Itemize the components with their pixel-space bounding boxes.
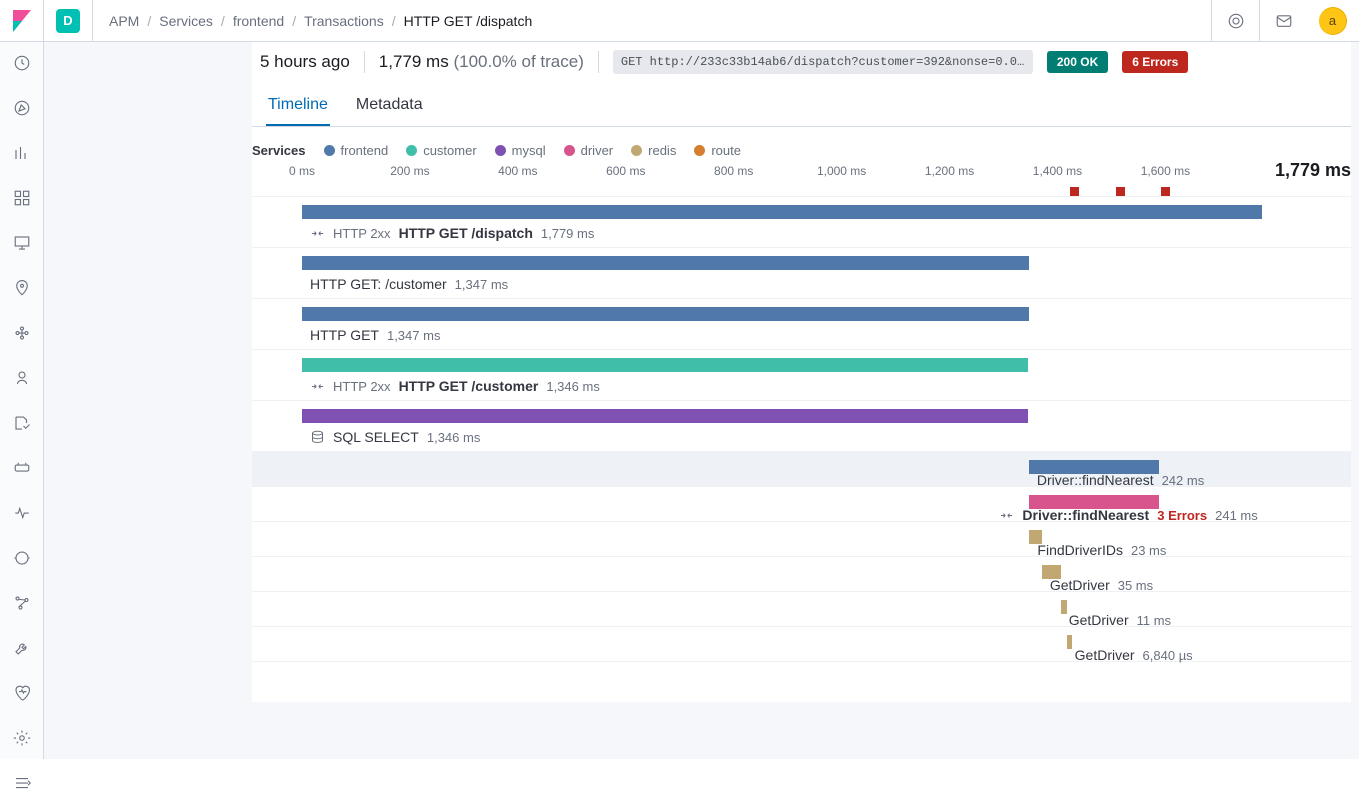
recent-icon[interactable] [13,54,31,75]
dashboard-icon[interactable] [13,189,31,210]
monitoring-icon[interactable] [13,684,31,705]
total-duration: 1,779 ms (100.0% of trace) [379,52,584,72]
apm-icon[interactable] [13,459,31,480]
span-row[interactable]: FindDriverIDs 23 ms [252,522,1351,557]
timeline-tick: 1,200 ms [925,164,974,178]
legend-item[interactable]: customer [406,143,476,158]
space-selector[interactable]: D [56,9,80,33]
breadcrumb-item[interactable]: Transactions [304,13,384,29]
metrics-icon[interactable] [13,369,31,390]
span-name: HTTP GET /customer [399,378,539,394]
span-bar[interactable] [302,358,1028,372]
span-bar[interactable] [302,409,1028,423]
timeline-tick: 400 ms [498,164,537,178]
timeline-tick: 600 ms [606,164,645,178]
span-duration: 35 ms [1118,578,1153,593]
timeline-tick: 800 ms [714,164,753,178]
span-name: HTTP GET [310,327,379,343]
span-row[interactable]: Driver::findNearest 3 Errors 241 ms [252,487,1351,522]
breadcrumb-item[interactable]: frontend [233,13,284,29]
timeline-tick: 200 ms [390,164,429,178]
uptime-icon[interactable] [13,504,31,525]
timeline-tick: 0 ms [289,164,315,178]
services-label: Services [252,143,306,158]
span-duration: 23 ms [1131,543,1166,558]
devtools-icon[interactable] [13,639,31,660]
span-duration: 242 ms [1162,473,1205,488]
span-name: Driver::findNearest [1037,472,1154,488]
help-icon[interactable] [1211,0,1259,42]
span-row[interactable]: GetDriver 6,840 µs [252,627,1351,662]
timestamp-label: 5 hours ago [260,52,350,72]
span-name: GetDriver [1050,577,1110,593]
span-row[interactable]: HTTP 2xx HTTP GET /dispatch 1,779 ms [252,197,1351,248]
discover-icon[interactable] [13,99,31,120]
error-marker[interactable] [1116,187,1125,196]
breadcrumb-item[interactable]: APM [109,13,139,29]
legend-item[interactable]: redis [631,143,676,158]
span-row[interactable]: HTTP GET 1,347 ms [252,299,1351,350]
span-bar[interactable] [1061,600,1067,614]
span-duration: 11 ms [1137,613,1171,628]
span-name: Driver::findNearest [1022,507,1149,523]
logs-icon[interactable] [13,414,31,435]
span-duration: 1,346 ms [546,379,599,394]
kibana-logo[interactable] [0,0,44,42]
span-row[interactable]: Driver::findNearest 242 ms [252,452,1351,487]
span-duration: 1,779 ms [541,226,594,241]
siem-icon[interactable] [13,549,31,570]
user-avatar[interactable]: a [1319,7,1347,35]
side-nav [0,42,44,759]
span-row[interactable]: SQL SELECT 1,346 ms [252,401,1351,452]
canvas-icon[interactable] [13,234,31,255]
timeline-total: 1,779 ms [1275,160,1351,181]
span-name: GetDriver [1075,647,1135,663]
span-name: FindDriverIDs [1037,542,1123,558]
span-bar[interactable] [302,256,1029,270]
span-name: HTTP GET /dispatch [399,225,533,241]
ml-icon[interactable] [13,324,31,345]
span-duration: 241 ms [1215,508,1258,523]
span-row[interactable]: GetDriver 11 ms [252,592,1351,627]
legend-item[interactable]: driver [564,143,614,158]
span-duration: 6,840 µs [1143,648,1193,663]
span-bar[interactable] [1067,635,1072,649]
tab-metadata[interactable]: Metadata [354,86,425,126]
breadcrumb: APM/Services/frontend/Transactions/HTTP … [93,13,532,29]
legend-item[interactable]: mysql [495,143,546,158]
span-duration: 1,347 ms [387,328,440,343]
span-duration: 1,347 ms [455,277,508,292]
request-url[interactable]: GET http://233c33b14ab6/dispatch?custome… [613,50,1033,74]
span-name: HTTP GET: /customer [310,276,447,292]
breadcrumb-item[interactable]: Services [159,13,213,29]
visualize-icon[interactable] [13,144,31,165]
legend-item[interactable]: frontend [324,143,389,158]
timeline-tick: 1,000 ms [817,164,866,178]
tab-timeline[interactable]: Timeline [266,86,330,126]
span-row[interactable]: GetDriver 35 ms [252,557,1351,592]
error-marker[interactable] [1161,187,1170,196]
error-marker[interactable] [1070,187,1079,196]
breadcrumb-item: HTTP GET /dispatch [404,13,533,29]
span-row[interactable]: HTTP 2xx HTTP GET /customer 1,346 ms [252,350,1351,401]
management-icon[interactable] [13,729,31,750]
timeline-tick: 1,600 ms [1141,164,1190,178]
maps-icon[interactable] [13,279,31,300]
collapse-nav-icon[interactable] [13,774,31,795]
mail-icon[interactable] [1259,0,1307,42]
span-status: HTTP 2xx [333,379,391,394]
span-name: GetDriver [1069,612,1129,628]
span-row[interactable]: HTTP GET: /customer 1,347 ms [252,248,1351,299]
timeline-tick: 1,400 ms [1033,164,1082,178]
status-badge: 200 OK [1047,51,1108,73]
span-name: SQL SELECT [333,429,419,445]
span-duration: 1,346 ms [427,430,480,445]
span-status: HTTP 2xx [333,226,391,241]
span-bar[interactable] [302,307,1029,321]
span-bar[interactable] [302,205,1262,219]
graph-icon[interactable] [13,594,31,615]
error-badge[interactable]: 6 Errors [1122,51,1188,73]
span-errors[interactable]: 3 Errors [1157,508,1207,523]
legend-item[interactable]: route [694,143,741,158]
